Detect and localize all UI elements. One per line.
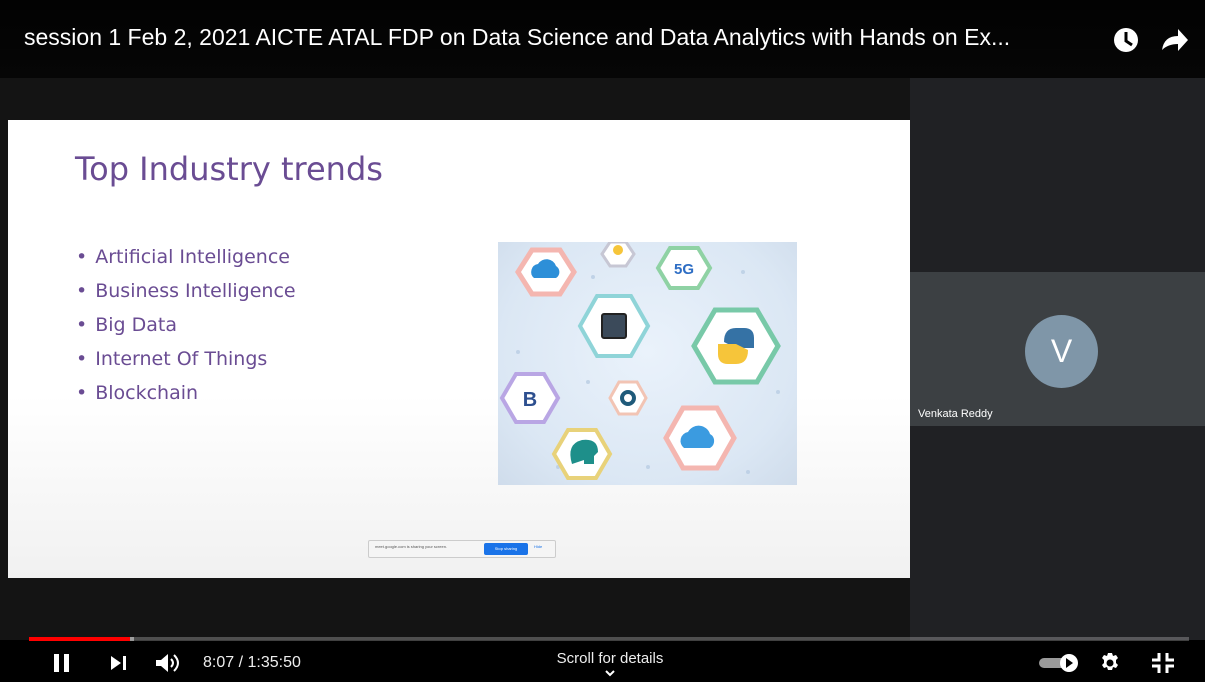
bullet-item: Internet Of Things xyxy=(76,342,296,376)
time-display: 8:07 / 1:35:50 xyxy=(203,654,301,672)
video-title[interactable]: session 1 Feb 2, 2021 AICTE ATAL FDP on … xyxy=(24,24,1094,51)
5g-label: 5G xyxy=(674,261,694,278)
gear-icon[interactable] xyxy=(1099,652,1121,679)
pause-icon[interactable] xyxy=(52,653,72,678)
next-icon[interactable] xyxy=(109,654,129,677)
participant-name: Venkata Reddy xyxy=(918,408,993,420)
grid-tile-empty xyxy=(910,78,1205,272)
scroll-for-details[interactable]: Scroll for details xyxy=(530,650,690,677)
time-separator: / xyxy=(234,654,248,671)
player-top-bar: session 1 Feb 2, 2021 AICTE ATAL FDP on … xyxy=(0,0,1205,78)
stop-sharing-button[interactable]: Stop sharing xyxy=(484,543,528,555)
clock-icon[interactable] xyxy=(1110,24,1142,56)
scroll-hint-label: Scroll for details xyxy=(556,650,664,667)
participant-tile: V Venkata Reddy xyxy=(910,272,1205,426)
autoplay-toggle-icon[interactable] xyxy=(1037,653,1081,678)
hexagon-collage: 5G B xyxy=(499,240,781,480)
grid-tile-empty xyxy=(910,426,1205,640)
tech-trends-illustration: 5G B xyxy=(498,240,797,485)
presentation-slide: Top Industry trends Artificial Intellige… xyxy=(8,120,910,578)
gear-hexagon xyxy=(608,380,648,416)
bullet-item: Big Data xyxy=(76,308,296,342)
bullet-item: Artificial Intelligence xyxy=(76,240,296,274)
chevron-down-icon xyxy=(605,670,615,677)
share-arrow-icon[interactable] xyxy=(1158,24,1190,56)
lightbulb-icon xyxy=(613,245,623,255)
hide-button[interactable]: Hide xyxy=(534,544,542,549)
share-message: meet.google.com is sharing your screen. xyxy=(375,544,448,549)
player-controls: 8:07 / 1:35:50 Scroll for details xyxy=(0,641,1205,682)
microchip-icon xyxy=(601,313,627,339)
exit-fullscreen-icon[interactable] xyxy=(1151,652,1175,679)
volume-icon[interactable] xyxy=(155,653,181,678)
screen-share-notification: meet.google.com is sharing your screen. … xyxy=(368,540,556,558)
bitcoin-icon: B xyxy=(523,389,537,411)
bullet-item: Business Intelligence xyxy=(76,274,295,308)
current-time: 8:07 xyxy=(203,654,235,671)
bullet-item: Blockchain xyxy=(76,376,296,410)
avatar: V xyxy=(1025,315,1098,388)
duration: 1:35:50 xyxy=(247,654,301,671)
bullet-list: Artificial Intelligence Business Intelli… xyxy=(76,240,296,410)
slide-title: Top Industry trends xyxy=(75,150,383,188)
